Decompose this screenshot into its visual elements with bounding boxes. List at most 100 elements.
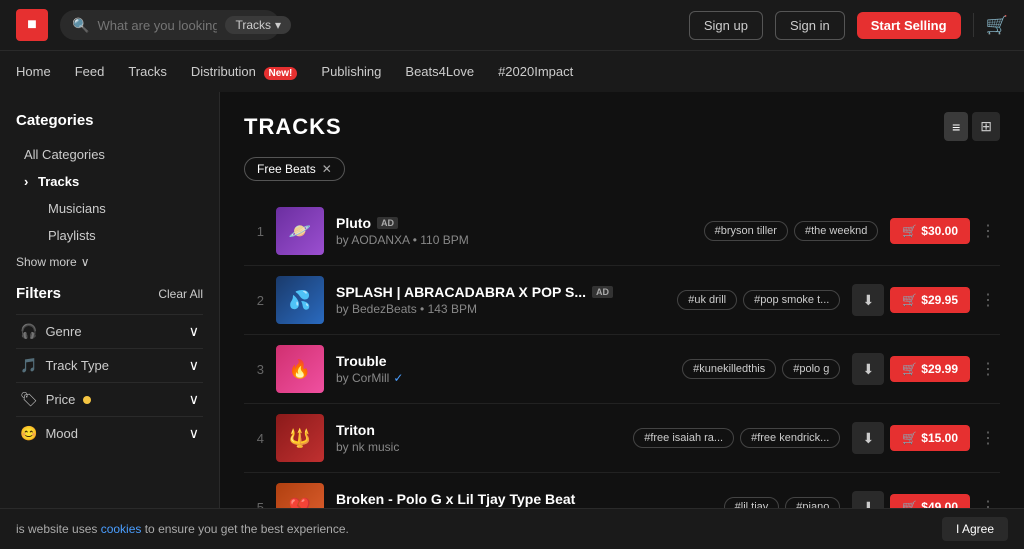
nav-divider	[973, 13, 974, 37]
thumb-emoji: 🪐	[276, 207, 324, 255]
nav-item-2020impact[interactable]: #2020Impact	[498, 60, 573, 83]
track-number: 3	[244, 362, 264, 377]
tag-chip[interactable]: #free kendrick...	[740, 428, 840, 448]
search-category-selector[interactable]: Tracks ▾	[225, 16, 291, 34]
track-info: SPLASH | ABRACADABRA X POP S... AD by Be…	[336, 284, 665, 316]
start-selling-button[interactable]: Start Selling	[857, 12, 961, 39]
price-label: $30.00	[921, 224, 958, 238]
tag-chip[interactable]: #pop smoke t...	[743, 290, 840, 310]
musicians-label: Musicians	[48, 201, 106, 216]
track-thumbnail[interactable]: 🔥	[276, 345, 324, 393]
filters-header: Filters Clear All	[16, 285, 203, 302]
download-button[interactable]: ⬇	[852, 353, 884, 385]
filter-mood[interactable]: 😊 Mood ∨	[16, 416, 203, 450]
track-title[interactable]: Trouble	[336, 353, 670, 369]
tag-chip[interactable]: #uk drill	[677, 290, 737, 310]
cart-icon[interactable]: 🛒	[986, 15, 1008, 36]
more-options-button[interactable]: ⋮	[976, 428, 1000, 448]
view-toggles: ≡ ⊞	[944, 112, 1000, 141]
chevron-icon: ›	[24, 174, 28, 189]
show-more-label: Show more	[16, 255, 77, 269]
logo-icon: ■	[27, 16, 37, 34]
sidebar-sub-items: Musicians Playlists	[16, 195, 203, 249]
nav-item-beats4love[interactable]: Beats4Love	[405, 60, 474, 83]
add-to-cart-button[interactable]: 🛒 $29.99	[890, 356, 970, 382]
tag-chip[interactable]: #kunekilledthis	[682, 359, 776, 379]
cookies-link[interactable]: cookies	[101, 522, 142, 536]
price-label: $15.00	[921, 431, 958, 445]
tag-chip[interactable]: #free isaiah ra...	[633, 428, 734, 448]
track-thumbnail[interactable]: 🔱	[276, 414, 324, 462]
track-title[interactable]: Broken - Polo G x Lil Tjay Type Beat	[336, 491, 712, 507]
tag-chip[interactable]: #polo g	[782, 359, 840, 379]
thumb-emoji: 🔱	[276, 414, 324, 462]
main-content: TRACKS ≡ ⊞ Free Beats ✕ 1 🪐 Pluto AD by …	[220, 92, 1024, 549]
nav-item-distribution[interactable]: Distribution New!	[191, 60, 298, 83]
download-button[interactable]: ⬇	[852, 284, 884, 316]
sign-up-button[interactable]: Sign up	[689, 11, 763, 40]
track-title[interactable]: Triton	[336, 422, 621, 438]
track-title[interactable]: SPLASH | ABRACADABRA X POP S... AD	[336, 284, 665, 300]
sidebar-item-all-categories[interactable]: All Categories	[16, 141, 203, 168]
clear-all-button[interactable]: Clear All	[158, 287, 203, 301]
track-list: 1 🪐 Pluto AD by AODANXA • 110 BPM #bryso…	[244, 197, 1000, 549]
nav-item-publishing[interactable]: Publishing	[321, 60, 381, 83]
track-title[interactable]: Pluto AD	[336, 215, 692, 231]
cookie-agree-button[interactable]: I Agree	[942, 517, 1008, 541]
main-layout: Categories All Categories › Tracks Music…	[0, 92, 1024, 549]
free-beats-tag[interactable]: Free Beats ✕	[244, 157, 345, 181]
track-artist: by BedezBeats • 143 BPM	[336, 302, 477, 316]
filter-track-type-label: 🎵 Track Type	[20, 357, 109, 374]
ad-badge: AD	[592, 286, 613, 298]
close-icon[interactable]: ✕	[322, 162, 332, 176]
add-to-cart-button[interactable]: 🛒 $29.95	[890, 287, 970, 313]
tag-chip[interactable]: #bryson tiller	[704, 221, 788, 241]
price-tag-icon: 🏷	[20, 391, 38, 408]
nav-item-home[interactable]: Home	[16, 60, 51, 83]
sidebar-item-playlists[interactable]: Playlists	[40, 222, 203, 249]
filter-track-type[interactable]: 🎵 Track Type ∨	[16, 348, 203, 382]
track-thumbnail[interactable]: 💦	[276, 276, 324, 324]
track-number: 4	[244, 431, 264, 446]
show-more-button[interactable]: Show more ∨	[16, 255, 203, 269]
grid-view-button[interactable]: ⊞	[972, 112, 1000, 141]
verified-icon: ✓	[393, 371, 403, 385]
more-options-button[interactable]: ⋮	[976, 221, 1000, 241]
filter-genre[interactable]: 🎧 Genre ∨	[16, 314, 203, 348]
search-input[interactable]	[97, 18, 217, 33]
track-number: 1	[244, 224, 264, 239]
tag-chip[interactable]: #the weeknd	[794, 221, 878, 241]
filter-mood-label: 😊 Mood	[20, 425, 78, 442]
nav-item-tracks[interactable]: Tracks	[128, 60, 167, 83]
more-options-button[interactable]: ⋮	[976, 359, 1000, 379]
track-row: 3 🔥 Trouble by CorMill ✓ #kunekilledthis…	[244, 335, 1000, 404]
track-row: 2 💦 SPLASH | ABRACADABRA X POP S... AD b…	[244, 266, 1000, 335]
cart-icon: 🛒	[902, 224, 917, 238]
free-beats-tag-label: Free Beats	[257, 162, 316, 176]
sign-in-button[interactable]: Sign in	[775, 11, 845, 40]
playlists-label: Playlists	[48, 228, 96, 243]
track-meta: by BedezBeats • 143 BPM	[336, 302, 665, 316]
filter-price[interactable]: 🏷 Price ∨	[16, 382, 203, 416]
nav-item-feed[interactable]: Feed	[75, 60, 105, 83]
sidebar-item-musicians[interactable]: Musicians	[40, 195, 203, 222]
track-thumbnail[interactable]: 🪐	[276, 207, 324, 255]
top-nav: ■ 🔍 Tracks ▾ Sign up Sign in Start Selli…	[0, 0, 1024, 50]
add-to-cart-button[interactable]: 🛒 $30.00	[890, 218, 970, 244]
more-options-button[interactable]: ⋮	[976, 290, 1000, 310]
headphones-icon: 🎧	[20, 323, 37, 340]
logo[interactable]: ■	[16, 9, 48, 41]
track-artist: by CorMill	[336, 371, 389, 385]
price-active-indicator	[83, 396, 91, 404]
list-view-button[interactable]: ≡	[944, 112, 968, 141]
search-category-label: Tracks	[235, 18, 271, 32]
categories-title: Categories	[16, 112, 203, 129]
chevron-down-icon: ∨	[81, 255, 90, 269]
track-artist: by AODANXA • 110 BPM	[336, 233, 469, 247]
track-info: Triton by nk music	[336, 422, 621, 454]
add-to-cart-button[interactable]: 🛒 $15.00	[890, 425, 970, 451]
download-button[interactable]: ⬇	[852, 422, 884, 454]
sidebar-item-tracks[interactable]: › Tracks	[16, 168, 203, 195]
price-label: $29.99	[921, 362, 958, 376]
cart-icon: 🛒	[902, 362, 917, 376]
